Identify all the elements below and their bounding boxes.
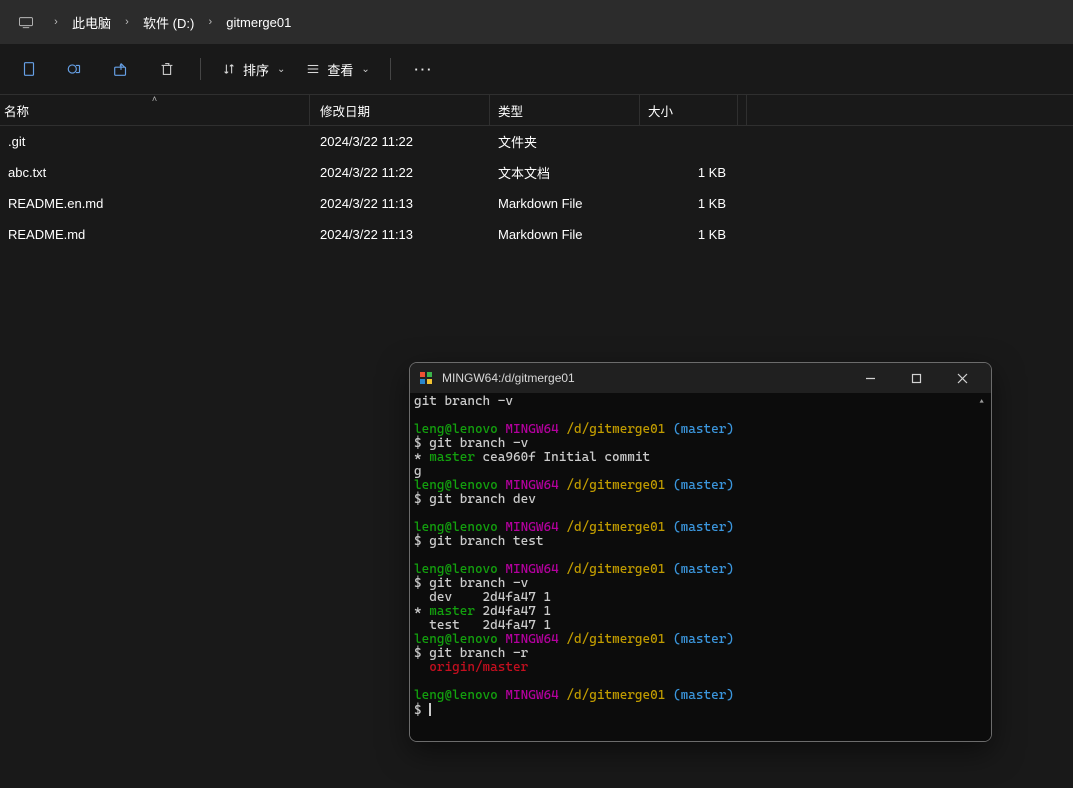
sort-icon (221, 62, 237, 76)
pc-icon[interactable] (6, 0, 46, 44)
col-name-label: 名称 (4, 101, 29, 120)
col-date[interactable]: 修改日期 (310, 95, 490, 125)
cut-icon[interactable] (6, 44, 52, 94)
file-type: Markdown File (490, 227, 640, 242)
file-size: 1 KB (640, 196, 738, 211)
col-size[interactable]: 大小 (640, 95, 738, 125)
file-type: 文件夹 (490, 132, 640, 151)
view-dropdown[interactable]: 查看 ⌄ (295, 44, 379, 94)
file-list: .git 2024/3/22 11:22 文件夹 abc.txt 2024/3/… (0, 126, 1073, 250)
minimize-button[interactable] (847, 363, 893, 393)
file-name: README.md (8, 227, 85, 242)
sort-asc-icon: ˄ (152, 94, 157, 104)
chevron-down-icon: ⌄ (361, 64, 369, 75)
list-item[interactable]: README.md 2024/3/22 11:13 Markdown File … (0, 219, 1073, 250)
file-date: 2024/3/22 11:13 (310, 227, 490, 242)
more-button[interactable]: ··· (401, 62, 447, 77)
breadcrumb-item[interactable]: 软件 (D:) (137, 13, 200, 32)
sort-label: 排序 (243, 60, 269, 79)
file-date: 2024/3/22 11:22 (310, 134, 490, 149)
file-date: 2024/3/22 11:22 (310, 165, 490, 180)
chevron-right-icon: › (46, 16, 66, 28)
view-label: 查看 (327, 60, 353, 79)
breadcrumb: › 此电脑 › 软件 (D:) › gitmerge01 (0, 0, 1073, 44)
breadcrumb-item[interactable]: gitmerge01 (220, 15, 297, 30)
terminal-titlebar[interactable]: MINGW64:/d/gitmerge01 (410, 363, 991, 393)
scroll-up-icon[interactable]: ▴ (979, 395, 984, 409)
terminal-scrollbar[interactable]: ▴ (977, 393, 991, 741)
git-bash-icon (418, 370, 434, 386)
column-headers: ˄ 名称 修改日期 类型 大小 (0, 94, 1073, 126)
list-icon (305, 62, 321, 76)
file-name: abc.txt (8, 165, 46, 180)
delete-icon[interactable] (144, 44, 190, 94)
list-item[interactable]: abc.txt 2024/3/22 11:22 文本文档 1 KB (0, 157, 1073, 188)
close-button[interactable] (939, 363, 985, 393)
list-item[interactable]: README.en.md 2024/3/22 11:13 Markdown Fi… (0, 188, 1073, 219)
file-name: .git (8, 134, 25, 149)
file-name: README.en.md (8, 196, 103, 211)
chevron-right-icon: › (200, 16, 220, 28)
chevron-right-icon: › (117, 16, 137, 28)
sort-dropdown[interactable]: 排序 ⌄ (211, 44, 295, 94)
file-type: 文本文档 (490, 163, 640, 182)
file-date: 2024/3/22 11:13 (310, 196, 490, 211)
share-icon[interactable] (98, 44, 144, 94)
chevron-down-icon: ⌄ (277, 64, 285, 75)
col-name[interactable]: ˄ 名称 (0, 95, 310, 125)
file-size: 1 KB (640, 227, 738, 242)
maximize-button[interactable] (893, 363, 939, 393)
toolbar: 排序 ⌄ 查看 ⌄ ··· (0, 44, 1073, 94)
terminal-cursor (429, 703, 431, 716)
copy-icon[interactable] (52, 44, 98, 94)
list-item[interactable]: .git 2024/3/22 11:22 文件夹 (0, 126, 1073, 157)
toolbar-separator (200, 58, 201, 80)
toolbar-separator (390, 58, 391, 80)
terminal-body[interactable]: ▴ git branch -v leng@lenovo MINGW64 /d/g… (410, 393, 991, 741)
col-spacer (738, 95, 747, 125)
file-type: Markdown File (490, 196, 640, 211)
terminal-window[interactable]: MINGW64:/d/gitmerge01 ▴ git branch -v le… (409, 362, 992, 742)
terminal-title: MINGW64:/d/gitmerge01 (442, 371, 575, 385)
breadcrumb-item[interactable]: 此电脑 (66, 13, 117, 32)
file-size: 1 KB (640, 165, 738, 180)
col-type[interactable]: 类型 (490, 95, 640, 125)
